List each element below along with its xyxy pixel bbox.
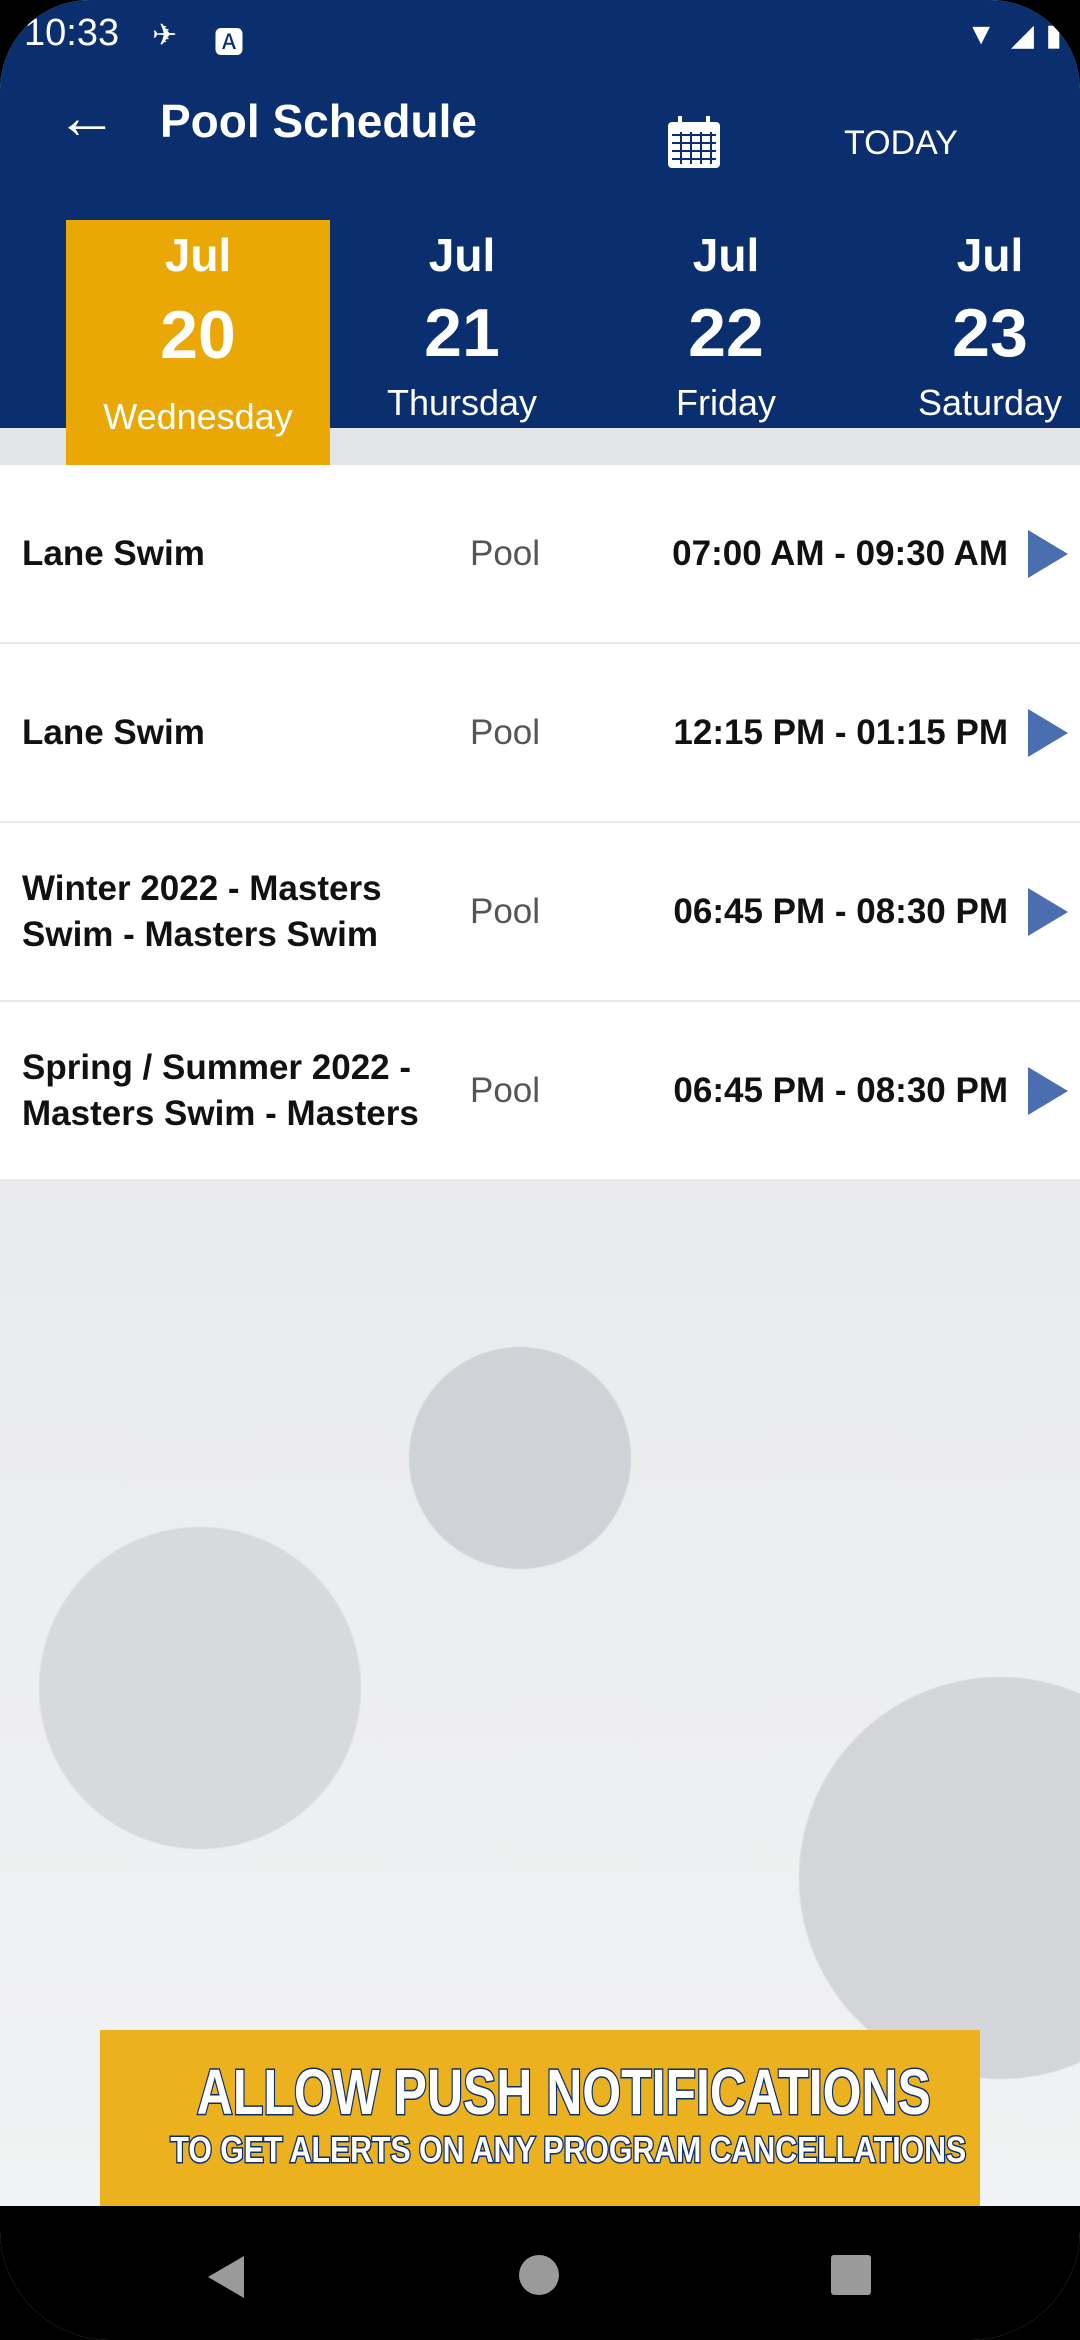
wifi-icon: ▼ [966, 18, 996, 51]
today-button[interactable]: TODAY [844, 124, 958, 163]
nav-recents-icon[interactable] [830, 2254, 872, 2296]
date-day: 22 [688, 295, 764, 371]
date-weekday: Friday [675, 382, 777, 423]
session-location: Pool [470, 1070, 541, 1110]
nav-home-icon[interactable] [518, 2254, 560, 2296]
battery-icon: ▮ [1045, 19, 1062, 52]
date-item-selected[interactable]: Jul 20 Wednesday [66, 220, 330, 465]
nav-back-icon[interactable] [204, 2254, 248, 2300]
date-item[interactable]: Jul 23 Saturday [858, 220, 1080, 465]
play-arrow-icon[interactable] [1028, 529, 1068, 578]
navigation-bar [0, 2206, 1080, 2340]
date-item[interactable]: Jul 21 Thursday [330, 220, 594, 465]
signal-icon: ◢ [1010, 19, 1034, 52]
session-name: Winter 2022 - Masters Swim - Masters Swi… [22, 868, 382, 954]
session-time: 12:15 PM - 01:15 PM [673, 712, 1008, 752]
calendar-icon[interactable] [666, 114, 722, 170]
date-weekday: Thursday [386, 382, 538, 423]
keyboard-icon: 🅰 [214, 27, 244, 60]
date-item[interactable]: Jul 22 Friday [594, 220, 858, 465]
session-list: Lane Swim Pool 07:00 AM - 09:30 AM Lane … [0, 465, 1080, 1181]
session-row[interactable]: Winter 2022 - Masters Swim - Masters Swi… [0, 823, 1080, 1002]
play-arrow-icon[interactable] [1028, 887, 1068, 936]
date-month: Jul [956, 229, 1024, 281]
play-arrow-icon[interactable] [1028, 1066, 1068, 1115]
session-time: 07:00 AM - 09:30 AM [672, 533, 1008, 573]
back-arrow-icon[interactable]: ← [56, 87, 120, 152]
session-row[interactable]: Lane Swim Pool 12:15 PM - 01:15 PM [0, 644, 1080, 823]
app-header: 10:33 ✈ 🅰 ▼ ◢ ▮ ← Pool Schedule TODAY Ju… [0, 0, 1080, 465]
play-arrow-icon[interactable] [1028, 708, 1068, 757]
date-month: Jul [692, 229, 760, 281]
banner-subline: TO GET ALERTS ON ANY PROGRAM CANCELLATIO… [169, 2128, 967, 2172]
session-name: Lane Swim [22, 712, 205, 752]
banner-headline: ALLOW PUSH NOTIFICATIONS [196, 2055, 932, 2130]
session-location: Pool [470, 891, 541, 931]
date-month: Jul [164, 229, 232, 281]
screen: 10:33 ✈ 🅰 ▼ ◢ ▮ ← Pool Schedule TODAY Ju… [0, 0, 1080, 2340]
status-bar: 10:33 ✈ 🅰 ▼ ◢ ▮ [24, 8, 1062, 60]
date-weekday: Saturday [917, 382, 1063, 423]
date-day: 23 [952, 295, 1028, 371]
page-title: Pool Schedule [160, 95, 477, 147]
session-name: Spring / Summer 2022 - Masters Swim - Ma… [22, 1047, 419, 1133]
session-time: 06:45 PM - 08:30 PM [673, 891, 1008, 931]
status-time: 10:33 [24, 12, 120, 54]
date-month: Jul [428, 229, 496, 281]
session-location: Pool [470, 533, 541, 573]
date-day: 21 [424, 295, 500, 371]
session-row[interactable]: Spring / Summer 2022 - Masters Swim - Ma… [0, 1002, 1080, 1181]
session-row[interactable]: Lane Swim Pool 07:00 AM - 09:30 AM [0, 465, 1080, 644]
date-day: 20 [160, 297, 236, 373]
push-notification-banner[interactable]: ALLOW PUSH NOTIFICATIONS TO GET ALERTS O… [100, 2030, 980, 2206]
date-strip[interactable]: Jul 20 Wednesday Jul 21 Thursday Jul 22 … [0, 220, 1080, 465]
notification-icon: ✈ [152, 19, 178, 52]
date-weekday: Wednesday [103, 396, 293, 437]
session-name: Lane Swim [22, 533, 205, 573]
session-location: Pool [470, 712, 541, 752]
session-time: 06:45 PM - 08:30 PM [673, 1070, 1008, 1110]
